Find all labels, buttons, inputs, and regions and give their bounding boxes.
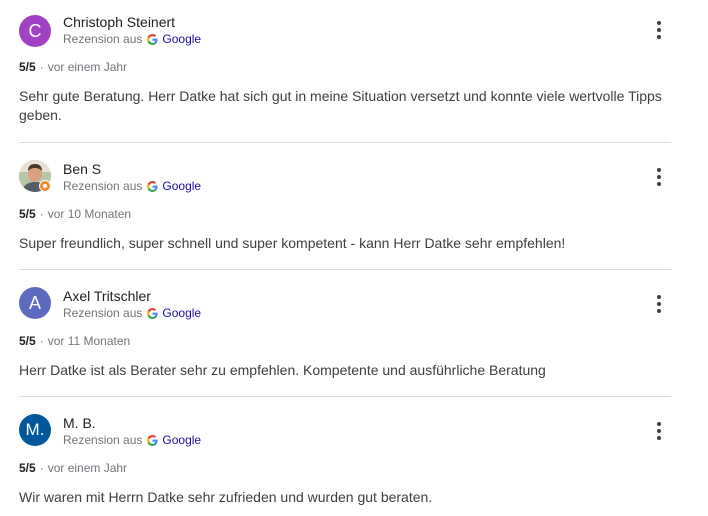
reviewer-name[interactable]: M. B. [63, 415, 96, 431]
more-options-button[interactable] [649, 293, 669, 315]
more-options-button[interactable] [649, 19, 669, 41]
more-options-button[interactable] [649, 166, 669, 188]
more-vert-icon-dot [657, 182, 661, 186]
google-g-icon [147, 180, 158, 192]
avatar[interactable]: M. [19, 414, 51, 446]
review-source: Rezension aus Google [63, 433, 201, 447]
more-options-button[interactable] [649, 420, 669, 442]
source-label: Rezension aus [63, 179, 143, 193]
more-vert-icon-dot [657, 436, 661, 440]
avatar[interactable]: C [19, 15, 51, 47]
local-guide-badge-icon [39, 180, 51, 192]
rating-value: 5/5 [19, 334, 36, 348]
google-g-icon [147, 33, 158, 45]
more-vert-icon [657, 21, 661, 25]
more-vert-icon [657, 295, 661, 299]
avatar[interactable]: A [19, 287, 51, 319]
review-date: vor einem Jahr [47, 60, 128, 74]
rating-value: 5/5 [19, 207, 36, 221]
review-text: Super freundlich, super schnell und supe… [19, 235, 566, 251]
rating-separator: · [39, 60, 44, 74]
reviewer-name[interactable]: Ben S [63, 161, 101, 177]
more-vert-icon-dot [657, 175, 661, 179]
google-source-link[interactable]: Google [162, 306, 201, 320]
rating-line: 5/5 · vor 11 Monaten [19, 334, 130, 348]
review-item: Ben S Rezension aus Google 5/5 · vor 10 Mo… [0, 143, 708, 270]
review-date: vor 11 Monaten [47, 334, 131, 348]
more-vert-icon [657, 168, 661, 172]
google-g-icon [147, 434, 158, 446]
review-date: vor 10 Monaten [47, 207, 132, 221]
review-text: Wir waren mit Herrn Datke sehr zufrieden… [19, 489, 433, 505]
google-source-link[interactable]: Google [162, 433, 201, 447]
rating-line: 5/5 · vor 10 Monaten [19, 207, 131, 221]
review-source: Rezension aus Google [63, 306, 201, 320]
rating-value: 5/5 [19, 60, 36, 74]
rating-line: 5/5 · vor einem Jahr [19, 461, 127, 475]
rating-separator: · [39, 207, 44, 221]
review-item: M. M. B. Rezension aus Google 5/5 · vor ei… [0, 397, 708, 516]
rating-value: 5/5 [19, 461, 36, 475]
more-vert-icon-dot [657, 28, 661, 32]
google-source-link[interactable]: Google [162, 32, 201, 46]
more-vert-icon [657, 422, 661, 426]
source-label: Rezension aus [63, 433, 143, 447]
source-label: Rezension aus [63, 306, 143, 320]
more-vert-icon-dot [657, 35, 661, 39]
review-source: Rezension aus Google [63, 32, 201, 46]
review-text: Herr Datke ist als Berater sehr zu empfe… [19, 362, 546, 378]
more-vert-icon-dot [657, 302, 661, 306]
review-date: vor einem Jahr [47, 461, 128, 475]
rating-line: 5/5 · vor einem Jahr [19, 60, 127, 74]
reviewer-name[interactable]: Christoph Steinert [63, 14, 175, 30]
review-text: Sehr gute Beratung. Herr Datke hat sich … [19, 88, 662, 123]
source-label: Rezension aus [63, 32, 143, 46]
review-item: C Christoph Steinert Rezension aus Googl… [0, 0, 708, 143]
review-source: Rezension aus Google [63, 179, 201, 193]
rating-separator: · [39, 334, 44, 348]
google-source-link[interactable]: Google [162, 179, 201, 193]
more-vert-icon-dot [657, 309, 661, 313]
review-item: A Axel Tritschler Rezension aus Google 5… [0, 270, 708, 397]
more-vert-icon-dot [657, 429, 661, 433]
rating-separator: · [39, 461, 44, 475]
reviews-list: C Christoph Steinert Rezension aus Googl… [0, 0, 708, 516]
google-g-icon [147, 307, 158, 319]
reviewer-name[interactable]: Axel Tritschler [63, 288, 151, 304]
